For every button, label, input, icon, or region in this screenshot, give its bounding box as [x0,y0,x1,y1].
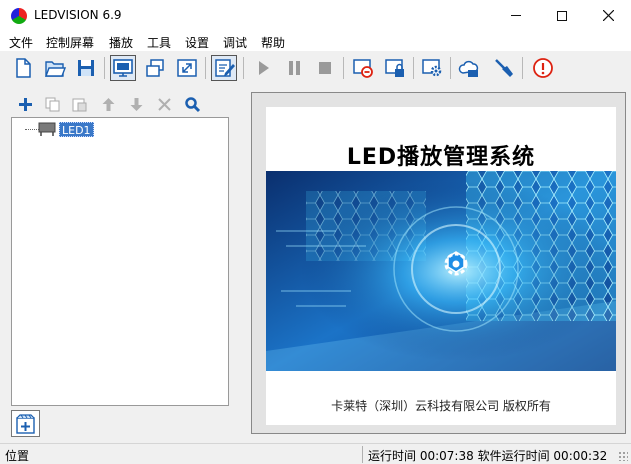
paste-icon [72,98,86,111]
fullscreen-icon [177,59,197,77]
edit-button[interactable] [211,55,237,81]
pause-button[interactable] [281,55,307,81]
tree-item-led1[interactable]: LED1 [36,121,94,137]
move-down-icon [130,97,142,111]
broom-icon [495,59,513,77]
new-button[interactable] [10,55,36,81]
menu-tools[interactable]: 工具 [147,34,171,51]
info-button[interactable] [530,55,556,81]
window-button[interactable] [142,55,168,81]
play-button[interactable] [250,55,276,81]
edit-icon [215,59,235,77]
play-icon [259,61,269,75]
add-icon [18,97,32,111]
tree-item-label: LED1 [59,121,94,137]
search-button[interactable] [182,94,202,114]
add-screen-button[interactable] [15,94,35,114]
tech-banner-image [266,171,616,371]
maximize-icon [557,10,567,21]
runtime-label: 运行时间 [368,449,417,463]
preview-screen: LED播放管理系统 卡莱特（深圳）云科技有限公司 版权所有 [266,107,616,425]
delete-button[interactable] [154,94,174,114]
maximize-button[interactable] [539,0,585,31]
minimize-button[interactable] [493,0,539,31]
led-screen-icon [38,122,56,136]
resize-grip[interactable] [618,451,628,461]
stop-button[interactable] [312,55,338,81]
screen-off-icon [353,59,373,78]
copy-icon [45,97,59,111]
search-icon [184,96,200,112]
runtime-value: 00:07:38 [419,449,474,463]
add-program-icon [16,413,35,434]
menu-file[interactable]: 文件 [9,34,33,51]
menu-bar: 文件 控制屏幕 播放 工具 设置 调试 帮助 [0,31,631,51]
open-folder-icon [44,61,66,77]
preview-frame: LED播放管理系统 卡莱特（深圳）云科技有限公司 版权所有 [251,92,626,434]
software-runtime-label: 软件运行时间 [477,449,550,463]
fullscreen-button[interactable] [174,55,200,81]
close-icon [602,10,614,21]
menu-control-screen[interactable]: 控制屏幕 [46,34,94,51]
screen-settings-icon [422,59,442,77]
move-up-button[interactable] [98,94,118,114]
move-down-button[interactable] [126,94,146,114]
menu-settings[interactable]: 设置 [185,34,209,51]
cloud-icon [458,60,479,77]
delete-icon [157,97,171,111]
title-bar: LEDVISION 6.9 [0,0,631,31]
screen-list-toolbar [0,92,240,116]
preview-copyright: 卡莱特（深圳）云科技有限公司 版权所有 [331,399,551,413]
close-button[interactable] [585,0,631,31]
status-runtime: 运行时间 00:07:38 软件运行时间 00:00:32 [368,447,607,464]
screen-button[interactable] [110,55,136,81]
pause-icon [289,61,300,75]
clean-button[interactable] [491,55,517,81]
main-toolbar [0,51,631,84]
open-button[interactable] [42,55,68,81]
copy-button[interactable] [42,94,62,114]
preview-title: LED播放管理系统 [346,145,536,170]
paste-button[interactable] [69,94,89,114]
info-icon [533,58,553,78]
cloud-button[interactable] [456,55,482,81]
screen-lock-button[interactable] [382,55,408,81]
status-position: 位置 [5,449,30,463]
screen-tree[interactable]: LED1 [11,117,229,406]
menu-play[interactable]: 播放 [109,34,133,51]
app-logo-icon [11,8,27,24]
screen-off-button[interactable] [350,55,376,81]
move-up-icon [102,97,114,111]
add-program-button[interactable] [11,410,40,437]
screen-settings-button[interactable] [419,55,445,81]
menu-help[interactable]: 帮助 [261,34,285,51]
status-bar: 位置 运行时间 00:07:38 软件运行时间 00:00:32 [0,443,631,464]
new-file-icon [16,58,31,78]
screen-lock-icon [385,59,404,77]
screen-monitor-icon [113,59,133,77]
stop-icon [319,62,331,74]
window-title: LEDVISION 6.9 [34,8,122,22]
software-runtime-value: 00:00:32 [553,449,608,463]
save-button[interactable] [73,55,99,81]
menu-debug[interactable]: 调试 [223,34,247,51]
save-icon [78,60,94,76]
minimize-icon [511,15,521,16]
windows-icon [146,59,164,77]
